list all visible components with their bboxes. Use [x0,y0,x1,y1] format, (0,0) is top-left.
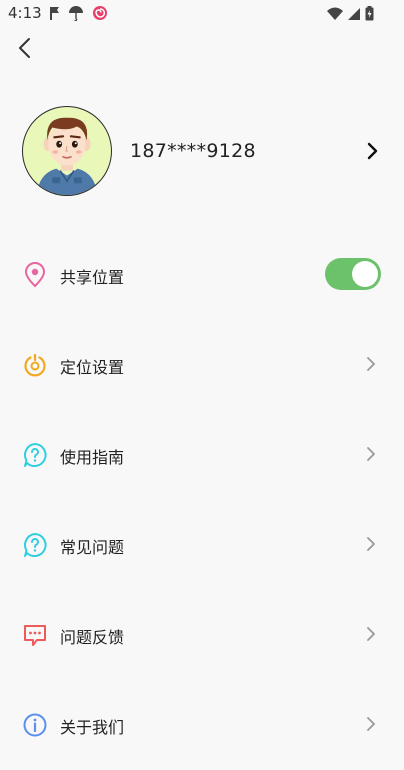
chevron-right-icon [366,446,376,466]
menu-item-about-us[interactable]: 关于我们 [0,680,404,770]
menu-item-user-guide[interactable]: 使用指南 [0,410,404,500]
chevron-right-icon [366,716,376,736]
menu-item-share-location[interactable]: 共享位置 [0,230,404,320]
status-bar: 4:13 [0,0,404,28]
help-bubble-icon [22,442,48,468]
umbrella-icon [68,5,84,25]
menu-item-location-settings[interactable]: 定位设置 [0,320,404,410]
menu-item-label: 共享位置 [60,268,125,287]
info-icon [22,712,48,738]
wifi-icon [327,6,343,25]
chevron-right-icon [366,142,378,164]
phone-number: 187****9128 [130,140,256,162]
back-button[interactable] [10,36,38,64]
signal-icon [347,6,361,25]
menu-item-label: 使用指南 [60,448,125,467]
menu-item-feedback[interactable]: 问题反馈 [0,590,404,680]
settings-menu: 共享位置 定位设置 使用指南 常见问题 问题反馈 关于我们 [0,230,404,770]
help-bubble-icon [22,532,48,558]
power-circle-icon [22,352,48,378]
status-time: 4:13 [8,4,42,22]
profile-row[interactable]: 187****9128 [0,104,404,200]
status-right-icons [327,6,374,25]
menu-item-faq[interactable]: 常见问题 [0,500,404,590]
toggle-knob [352,261,378,287]
notification-flag-icon [48,5,60,25]
status-left-icons [48,5,108,25]
share-location-toggle[interactable] [325,258,381,290]
location-pin-icon [22,262,48,288]
chevron-left-icon [17,37,31,63]
chevron-right-icon [366,356,376,376]
menu-item-label: 常见问题 [60,538,125,557]
avatar[interactable] [22,106,112,196]
menu-item-label: 关于我们 [60,718,125,737]
app-swirl-icon [92,5,108,25]
battery-icon [365,6,374,25]
feedback-chat-icon [22,622,48,648]
menu-item-label: 定位设置 [60,358,125,377]
menu-item-label: 问题反馈 [60,628,125,647]
chevron-right-icon [366,626,376,646]
chevron-right-icon [366,536,376,556]
